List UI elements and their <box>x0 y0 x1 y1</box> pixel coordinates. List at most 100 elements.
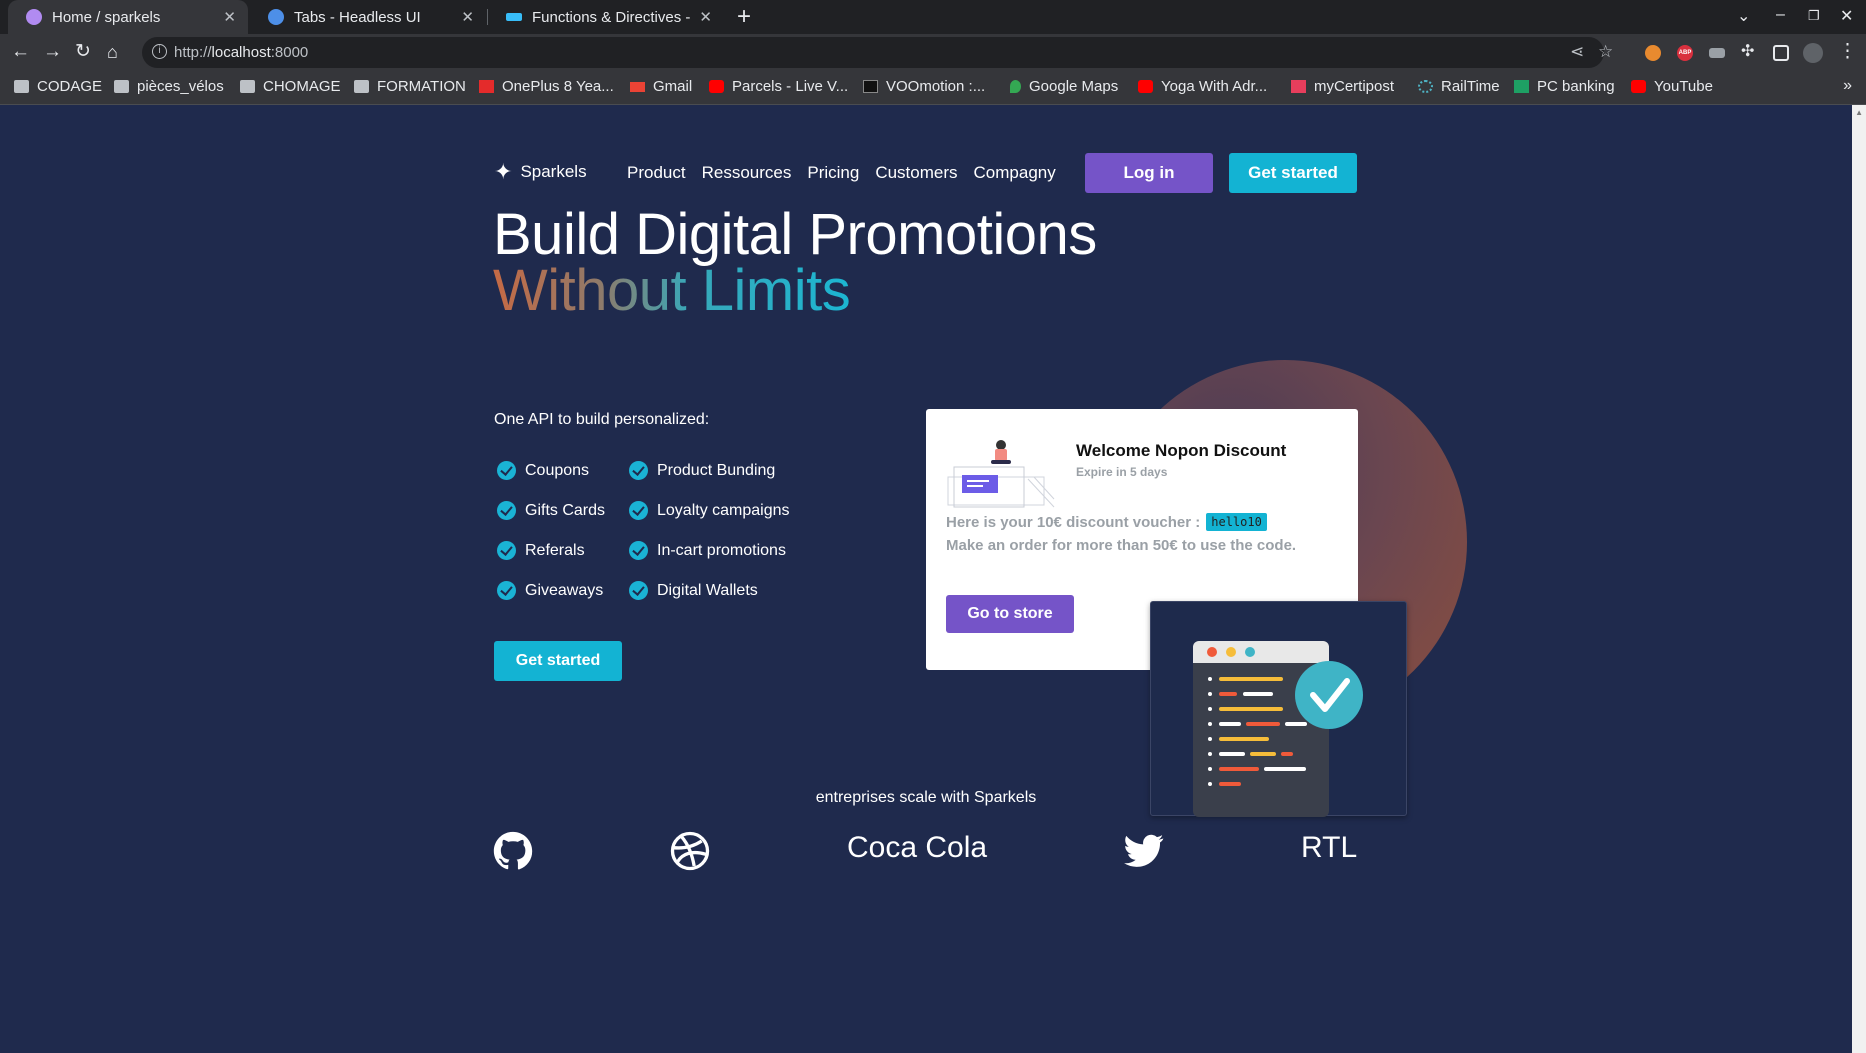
close-icon[interactable]: ✕ <box>461 8 474 26</box>
get-started-hero-button[interactable]: Get started <box>494 641 622 681</box>
hero-title-gradient: Without Limits <box>493 258 851 323</box>
bookmark-label: Parcels - Live V... <box>732 78 849 95</box>
check-circle-icon <box>629 581 648 600</box>
folder-icon <box>354 80 369 93</box>
feature-item: Referals <box>497 541 585 560</box>
feature-item: In-cart promotions <box>629 541 786 560</box>
tab-title: Tabs - Headless UI <box>294 8 421 26</box>
bookmark-item[interactable]: FORMATION <box>354 78 466 95</box>
avatar[interactable] <box>1803 43 1823 63</box>
url-port: :8000 <box>270 44 309 61</box>
close-icon[interactable]: ✕ <box>223 8 236 26</box>
maximize-icon[interactable]: ❐ <box>1808 8 1820 24</box>
bookmark-label: RailTime <box>1441 78 1500 95</box>
feature-label: Referals <box>525 541 585 559</box>
bookmark-item[interactable]: myCertipost <box>1291 78 1394 95</box>
browser-tab-active[interactable]: Home / sparkels ✕ <box>8 0 248 34</box>
bookmark-item[interactable]: Yoga With Adr... <box>1138 78 1267 95</box>
nav-customers[interactable]: Customers <box>875 163 957 183</box>
browser-tabstrip: Home / sparkels ✕ Tabs - Headless UI ✕ F… <box>0 0 1866 34</box>
new-tab-icon[interactable]: + <box>737 3 751 31</box>
close-icon[interactable]: ✕ <box>699 8 712 26</box>
tailwind-favicon-icon <box>506 13 522 21</box>
side-panel-icon[interactable] <box>1773 45 1789 61</box>
bookmark-label: PC banking <box>1537 78 1615 95</box>
bookmark-item[interactable]: CODAGE <box>14 78 102 95</box>
bookmark-item[interactable]: Google Maps <box>1010 78 1118 95</box>
sparkle-icon: ✦ <box>494 159 513 184</box>
bookmark-label: pièces_vélos <box>137 78 224 95</box>
bookmark-label: myCertipost <box>1314 78 1395 95</box>
oneplus-icon <box>479 80 494 93</box>
back-icon[interactable]: ← <box>11 41 30 63</box>
rss-extension-icon[interactable] <box>1645 45 1661 61</box>
bookmark-item[interactable]: RailTime <box>1418 78 1500 95</box>
voucher-text-label: Here is your 10€ discount voucher : <box>946 513 1201 531</box>
bookmark-item[interactable]: VOOmotion :... <box>863 78 985 95</box>
voucher-condition: Make an order for more than 50€ to use t… <box>946 537 1297 554</box>
tab-title: Home / sparkels <box>52 8 161 26</box>
feature-item: Product Bunding <box>629 461 775 480</box>
bookmark-item[interactable]: Gmail <box>630 78 692 95</box>
twitter-icon <box>1124 834 1164 867</box>
puzzle-icon[interactable]: ✣ <box>1741 41 1754 63</box>
bookmark-label: CHOMAGE <box>263 78 341 95</box>
bookmark-item[interactable]: pièces_vélos <box>114 78 224 95</box>
browser-tab[interactable]: Tabs - Headless UI ✕ <box>250 0 486 34</box>
share-icon[interactable]: ⋖ <box>1570 42 1584 62</box>
bookmark-item[interactable]: YouTube <box>1631 78 1713 95</box>
voucher-code: hello10 <box>1206 513 1267 531</box>
forward-icon[interactable]: → <box>43 41 62 63</box>
bookmark-item[interactable]: CHOMAGE <box>240 78 341 95</box>
gmail-icon <box>630 81 645 92</box>
feature-label: Gifts Cards <box>525 501 606 519</box>
youtube-icon <box>709 80 724 93</box>
code-illustration-card <box>1150 601 1407 817</box>
check-circle-icon <box>497 541 516 560</box>
railtime-icon <box>1418 80 1433 93</box>
home-icon[interactable]: ⌂ <box>107 41 118 63</box>
folder-icon <box>114 80 129 93</box>
window-close-icon[interactable]: ✕ <box>1840 6 1853 26</box>
bookmark-label: FORMATION <box>377 78 466 95</box>
nav-compagny[interactable]: Compagny <box>974 163 1056 183</box>
github-icon <box>493 831 533 870</box>
bookmark-item[interactable]: PC banking <box>1514 78 1615 95</box>
bookmark-item[interactable]: OnePlus 8 Yea... <box>479 78 614 95</box>
page-scrollbar[interactable]: ▲ <box>1852 105 1866 1053</box>
adblock-extension-icon[interactable]: ABP <box>1677 45 1693 61</box>
extension-icon[interactable] <box>1709 48 1725 58</box>
trust-tagline: entreprises scale with Sparkels <box>815 789 1037 806</box>
feature-item: Gifts Cards <box>497 501 605 520</box>
nav-ressources[interactable]: Ressources <box>702 163 792 183</box>
code-window-icon <box>1193 641 1363 817</box>
minimize-icon[interactable]: – <box>1776 6 1785 24</box>
certipost-icon <box>1291 80 1306 93</box>
scroll-up-icon[interactable]: ▲ <box>1855 108 1863 117</box>
go-to-store-button[interactable]: Go to store <box>946 595 1074 633</box>
nav-product[interactable]: Product <box>627 163 686 183</box>
menu-icon[interactable]: ⋮ <box>1838 41 1857 63</box>
check-circle-icon <box>629 501 648 520</box>
login-button[interactable]: Log in <box>1085 153 1213 193</box>
bookmark-star-icon[interactable]: ☆ <box>1598 42 1613 62</box>
bookmark-label: YouTube <box>1654 78 1713 95</box>
browser-tab[interactable]: Functions & Directives - T ✕ <box>488 0 724 34</box>
bookmark-label: CODAGE <box>37 78 103 95</box>
dribbble-icon <box>670 831 710 871</box>
more-bookmarks-icon[interactable]: » <box>1843 77 1852 95</box>
site-logo[interactable]: ✦ Sparkels <box>494 159 587 184</box>
check-circle-icon <box>629 541 648 560</box>
address-bar[interactable]: i http://localhost:8000 ⋖ ☆ <box>142 37 1613 68</box>
coca-cola-logo: Coca Cola <box>847 831 988 864</box>
voucher-expiry: Expire in 5 days <box>1076 465 1168 479</box>
bookmark-item[interactable]: Parcels - Live V... <box>709 78 848 95</box>
bookmark-label: OnePlus 8 Yea... <box>502 78 614 95</box>
folder-icon <box>14 80 29 93</box>
tab-search-icon[interactable]: ⌄ <box>1737 6 1750 26</box>
site-info-icon[interactable]: i <box>152 44 167 59</box>
bank-icon <box>1514 80 1529 93</box>
reload-icon[interactable]: ↻ <box>75 41 91 63</box>
nav-pricing[interactable]: Pricing <box>807 163 859 183</box>
get-started-nav-button[interactable]: Get started <box>1229 153 1357 193</box>
